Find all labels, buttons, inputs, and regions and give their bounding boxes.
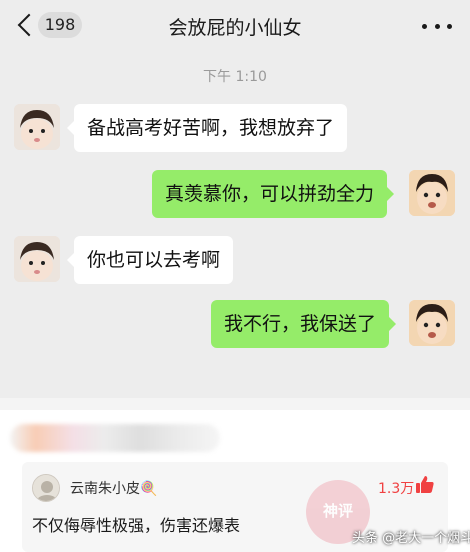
own-avatar[interactable] xyxy=(409,170,455,216)
comment-text: 不仅侮辱性极强，伤害还爆表 xyxy=(32,516,241,535)
own-avatar[interactable] xyxy=(409,300,455,346)
child-face-icon xyxy=(409,170,455,216)
contact-avatar[interactable] xyxy=(14,236,60,282)
chat-header: 198 会放屁的小仙女 xyxy=(0,0,470,52)
chat-title: 会放屁的小仙女 xyxy=(168,17,302,39)
stamp-label: 神评 xyxy=(322,502,353,520)
like-count: 1.3万 xyxy=(378,481,415,497)
message-bubble-sent[interactable]: 真羡慕你，可以拼劲全力 xyxy=(152,170,395,218)
child-face-icon xyxy=(409,300,455,346)
user-avatar-icon xyxy=(33,475,59,501)
section-divider xyxy=(0,398,470,410)
message-bubble-received[interactable]: 你也可以去考啊 xyxy=(66,236,234,284)
message-bubble-sent[interactable]: 我不行，我保送了 xyxy=(211,300,397,348)
commenter-name[interactable]: 云南朱小皮🍭 xyxy=(70,478,157,498)
baby-face-icon xyxy=(14,236,60,282)
contact-avatar[interactable] xyxy=(14,104,60,150)
more-options-icon[interactable] xyxy=(422,16,452,36)
message-bubble-received[interactable]: 备战高考好苦啊，我想放弃了 xyxy=(66,104,348,152)
blurred-content xyxy=(10,424,220,452)
commenter-avatar[interactable] xyxy=(32,474,60,502)
thumbs-up-icon[interactable] xyxy=(415,475,435,495)
baby-face-icon xyxy=(14,104,60,150)
watermark: 头条 @老大一个烟斗 xyxy=(352,531,470,546)
chat-screenshot: 198 会放屁的小仙女 下午 1:10 备战高考好苦啊，我想放弃了 真羡慕你，可… xyxy=(0,0,470,398)
message-timestamp: 下午 1:10 xyxy=(203,69,267,85)
